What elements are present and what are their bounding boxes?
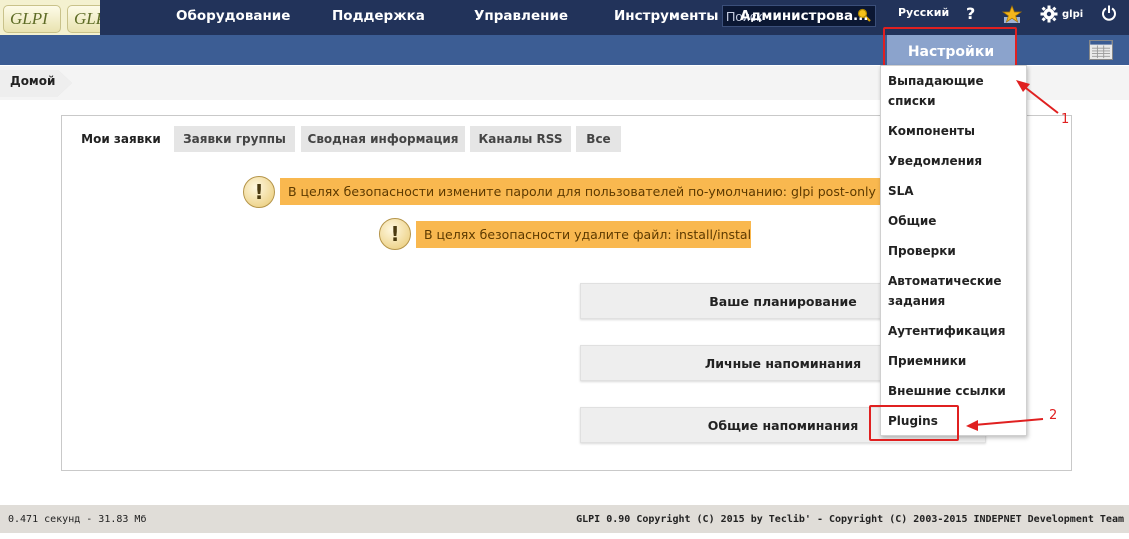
annotation-label-2: 2 [1049, 408, 1058, 423]
footer: 0.471 секунд - 31.83 Мб GLPI 0.90 Copyri… [0, 505, 1129, 533]
annotation-arrow-2 [973, 418, 1044, 426]
annotation-arrows [966, 80, 1059, 431]
annotation-arrowhead-2 [966, 420, 978, 431]
annotation-label-1: 1 [1061, 112, 1070, 127]
annotation-arrow-1 [1021, 84, 1059, 114]
footer-timing: 0.471 секунд - 31.83 Мб [8, 514, 147, 525]
footer-copyright[interactable]: GLPI 0.90 Copyright (C) 2015 by Teclib' … [576, 514, 1124, 525]
